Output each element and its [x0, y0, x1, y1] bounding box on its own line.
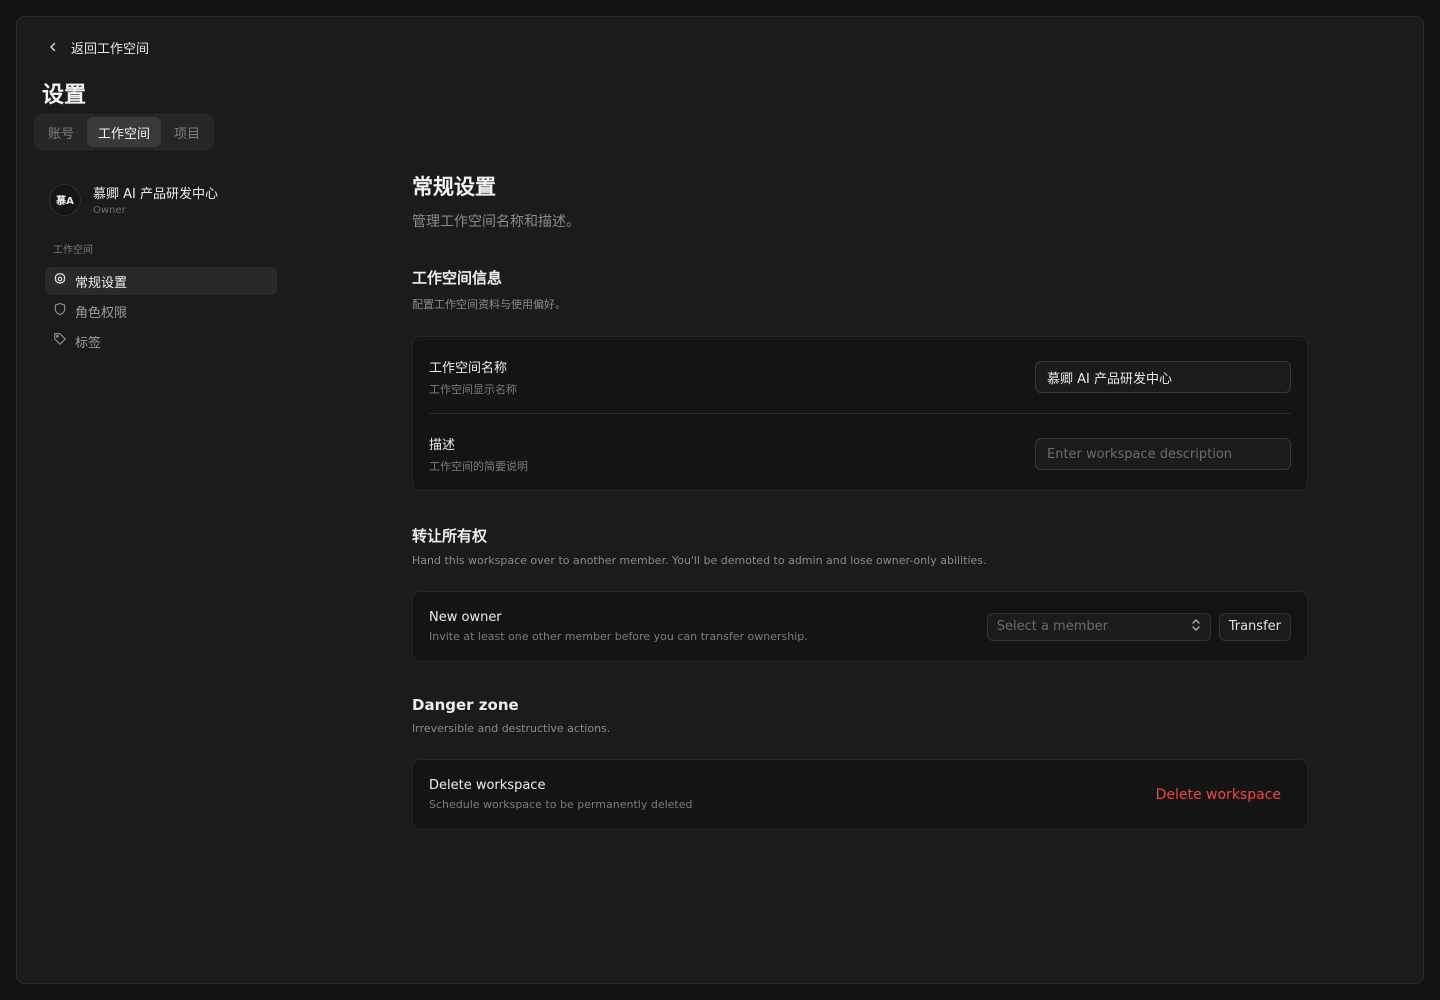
section-desc: Irreversible and destructive actions. [412, 722, 611, 735]
danger-zone-section: Danger zone Irreversible and destructive… [412, 696, 1308, 830]
chevron-up-down-icon [1191, 618, 1201, 636]
workspace-role: Owner [93, 205, 126, 216]
field-label: 工作空间名称 [429, 361, 508, 376]
sidebar-item-roles[interactable]: 角色权限 [45, 297, 277, 325]
sidebar-item-label: 标签 [75, 335, 102, 351]
transfer-ownership-card: New owner Invite at least one other memb… [412, 591, 1308, 662]
sidebar-item-label: 常规设置 [75, 275, 128, 291]
main-content: 常规设置 管理工作空间名称和描述。 工作空间信息 配置工作空间资料与使用偏好。 … [412, 167, 1308, 830]
field-label: 描述 [429, 438, 456, 453]
field-hint: 工作空间显示名称 [429, 383, 517, 396]
gear-icon [53, 272, 67, 290]
page-title: 设置 [42, 83, 87, 108]
section-desc: Hand this workspace over to another memb… [412, 554, 987, 567]
sidebar-item-label: 角色权限 [75, 305, 128, 321]
workspace-info-section: 工作空间信息 配置工作空间资料与使用偏好。 工作空间名称 工作空间显示名称 描述… [412, 267, 1308, 491]
transfer-ownership-section: 转让所有权 Hand this workspace over to anothe… [412, 525, 1308, 662]
section-title: Danger zone [412, 696, 519, 714]
section-desc: 配置工作空间资料与使用偏好。 [412, 298, 566, 311]
shield-icon [53, 302, 67, 320]
workspace-name: 慕卿 AI 产品研发中心 [93, 187, 218, 202]
sidebar-item-general[interactable]: 常规设置 [45, 267, 277, 295]
workspace-info-card: 工作空间名称 工作空间显示名称 描述 工作空间的简要说明 [412, 336, 1308, 491]
field-hint: Schedule workspace to be permanently del… [429, 798, 693, 811]
settings-tabs: 账号 工作空间 项目 [34, 114, 215, 150]
delete-workspace-button[interactable]: Delete workspace [1146, 781, 1291, 809]
sidebar-item-tags[interactable]: 标签 [45, 327, 277, 355]
tab-account[interactable]: 账号 [37, 117, 85, 147]
workspace-card: 慕A 慕卿 AI 产品研发中心 Owner [49, 183, 218, 216]
tab-project[interactable]: 项目 [163, 117, 211, 147]
sidebar-nav: 常规设置 角色权限 标签 [45, 267, 277, 357]
settings-window: 返回工作空间 设置 账号 工作空间 项目 慕A 慕卿 AI 产品研发中心 Own… [16, 16, 1424, 984]
workspace-description-row: 描述 工作空间的简要说明 [429, 413, 1291, 490]
transfer-controls: Select a member Transfer [986, 612, 1291, 641]
tab-workspace[interactable]: 工作空间 [87, 117, 162, 147]
field-label: Delete workspace [429, 778, 546, 793]
field-label: New owner [429, 610, 502, 625]
workspace-name-row: 工作空间名称 工作空间显示名称 [429, 337, 1291, 413]
field-hint: 工作空间的简要说明 [429, 460, 528, 473]
section-title: 转让所有权 [412, 527, 488, 545]
chevron-left-icon [43, 37, 63, 57]
danger-zone-card: Delete workspace Schedule workspace to b… [412, 759, 1308, 830]
main-subtitle: 管理工作空间名称和描述。 [412, 214, 580, 230]
select-placeholder: Select a member [996, 619, 1108, 634]
section-title: 工作空间信息 [412, 269, 503, 287]
field-hint: Invite at least one other member before … [429, 630, 808, 643]
transfer-button[interactable]: Transfer [1218, 612, 1291, 641]
workspace-name-input[interactable] [1035, 361, 1291, 393]
new-owner-row: New owner Invite at least one other memb… [429, 592, 1291, 661]
delete-workspace-row: Delete workspace Schedule workspace to b… [429, 760, 1291, 829]
tag-icon [53, 332, 67, 350]
workspace-description-input[interactable] [1035, 438, 1291, 470]
workspace-avatar: 慕A [49, 183, 81, 216]
member-select[interactable]: Select a member [986, 612, 1211, 641]
back-label: 返回工作空间 [71, 41, 150, 57]
sidebar-group-label: 工作空间 [53, 245, 93, 256]
back-to-workspace-link[interactable]: 返回工作空间 [43, 37, 149, 57]
main-title: 常规设置 [412, 175, 496, 199]
